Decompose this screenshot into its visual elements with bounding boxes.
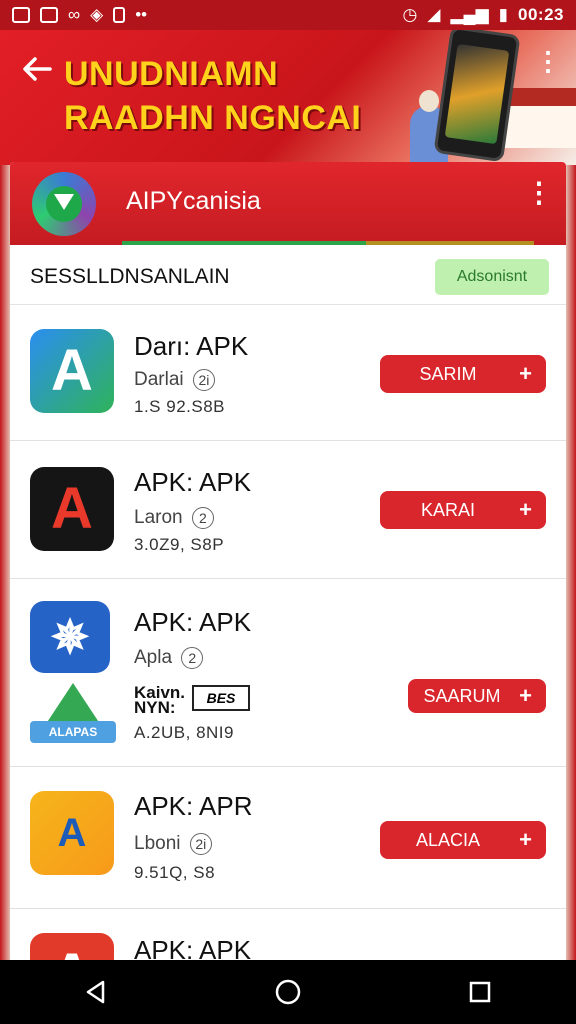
list-item[interactable]: A APK: APK Laron 2 3.0Z9, S8P KARAI + bbox=[10, 441, 566, 579]
section-header: SESSLLDNSANLAIN Adsonisnt bbox=[10, 245, 566, 305]
app-publisher: Apla 2 bbox=[134, 647, 204, 669]
status-right-icons: ◷ ◢ ▂▄▆ ▮ 00:23 bbox=[403, 5, 564, 25]
back-arrow-icon[interactable] bbox=[20, 52, 60, 92]
app-icon: ✵ bbox=[30, 601, 110, 673]
app-name: Darı: APK bbox=[134, 331, 249, 361]
section-action-button[interactable]: Adsonisnt bbox=[435, 259, 549, 295]
secondary-app-icon: ALAPAS bbox=[30, 683, 116, 747]
nav-recents-button[interactable] bbox=[460, 972, 500, 1012]
app-list-card: AIPYcanisia ⋮ SESSLLDNSANLAIN Adsonisnt … bbox=[10, 162, 566, 962]
status-left-icons: ∞ ◈ •• bbox=[12, 5, 147, 25]
app-icon: A bbox=[30, 791, 114, 875]
list-item[interactable]: A APK: APK bbox=[10, 909, 566, 962]
letter-a-icon: A bbox=[51, 338, 93, 403]
install-label: ALACIA bbox=[415, 830, 481, 850]
notification-icon bbox=[12, 7, 30, 23]
app-icon: A bbox=[30, 933, 114, 962]
card-header: AIPYcanisia ⋮ bbox=[10, 162, 566, 245]
install-button[interactable]: ALACIA + bbox=[380, 821, 546, 859]
home-circle-icon bbox=[275, 979, 301, 1005]
app-publisher: Lboni 2i bbox=[134, 833, 212, 855]
install-label: SAARUM bbox=[423, 686, 501, 706]
list-item[interactable]: A APK: APR Lboni 2i 9.51Q, S8 ALACIA + bbox=[10, 767, 566, 909]
rating-badge: 2 bbox=[191, 507, 214, 529]
letter-a-icon: A bbox=[57, 811, 87, 855]
letter-a-icon: A bbox=[30, 933, 114, 962]
list-item[interactable]: A Darı: APK Darlai 2i 1.S 92.S8B SARIM + bbox=[10, 305, 566, 441]
promo-banner: UNUDNIAMN RAADHN NGNCAI ⋮ bbox=[0, 30, 576, 165]
app-size: 1.S 92.S8B bbox=[134, 397, 226, 416]
rating-badge: 2i bbox=[192, 369, 215, 391]
publisher-text: Laron bbox=[134, 507, 183, 529]
app-name: APK: APR bbox=[134, 791, 253, 821]
system-nav-bar bbox=[0, 960, 576, 1024]
list-item[interactable]: ✵ ALAPAS APK: APK Apla 2 Kaivn. NYN: BES… bbox=[10, 579, 566, 767]
plus-icon: + bbox=[519, 361, 532, 386]
install-button[interactable]: SARIM + bbox=[380, 355, 546, 393]
recents-square-icon bbox=[469, 981, 491, 1003]
app-icon: A bbox=[30, 329, 114, 413]
status-bar: ∞ ◈ •• ◷ ◢ ▂▄▆ ▮ 00:23 bbox=[0, 0, 576, 30]
extra-badge: BES bbox=[192, 685, 250, 711]
secondary-icon-label: ALAPAS bbox=[30, 721, 116, 743]
back-triangle-icon bbox=[86, 980, 105, 1004]
rating-badge: 2 bbox=[181, 647, 204, 669]
bluetooth-icon: ◈ bbox=[90, 5, 104, 24]
banner-title-line2: RAADHN NGNCAI bbox=[64, 99, 362, 137]
link-icon: ∞ bbox=[68, 5, 81, 24]
plus-icon: + bbox=[519, 683, 532, 708]
extra-info: Kaivn. NYN: bbox=[134, 684, 185, 717]
install-button[interactable]: SAARUM + bbox=[408, 679, 546, 713]
app-name: APK: APK bbox=[134, 467, 252, 497]
status-time: 00:23 bbox=[518, 5, 564, 24]
install-button[interactable]: KARAI + bbox=[380, 491, 546, 529]
nav-back-button[interactable] bbox=[76, 972, 116, 1012]
rating-badge: 2i bbox=[189, 833, 212, 855]
app-size: 3.0Z9, S8P bbox=[134, 535, 225, 554]
plus-icon: + bbox=[519, 827, 532, 852]
arrow-left-icon bbox=[23, 57, 52, 81]
signal-icon: ▂▄▆ bbox=[450, 5, 489, 24]
publisher-text: Darlai bbox=[134, 369, 184, 391]
alarm-icon: ◷ bbox=[402, 5, 418, 24]
section-label: SESSLLDNSANLAIN bbox=[30, 265, 230, 288]
app-icon: A bbox=[30, 467, 114, 551]
install-label: SARIM bbox=[419, 364, 477, 384]
star-compass-icon: ✵ bbox=[50, 611, 90, 663]
plus-icon: + bbox=[519, 497, 532, 522]
banner-title: UNUDNIAMN RAADHN NGNCAI bbox=[64, 52, 364, 140]
publisher-text: Apla bbox=[134, 647, 173, 669]
banner-title-line1: UNUDNIAMN bbox=[64, 55, 279, 93]
wifi-icon: ◢ bbox=[427, 5, 441, 24]
extra-line-2: NYN: bbox=[134, 698, 176, 717]
more-vertical-icon[interactable]: ⋮ bbox=[535, 48, 561, 74]
install-label: KARAI bbox=[420, 500, 476, 520]
card-more-icon[interactable]: ⋮ bbox=[525, 179, 553, 207]
publisher-text: Lboni bbox=[134, 833, 181, 855]
app-publisher: Laron 2 bbox=[134, 507, 214, 529]
app-logo-icon bbox=[32, 172, 96, 236]
sim-icon bbox=[113, 7, 126, 23]
nav-home-button[interactable] bbox=[268, 972, 308, 1012]
app-size: 9.51Q, S8 bbox=[134, 863, 216, 882]
card-title: AIPYcanisia bbox=[126, 187, 261, 215]
app-size: A.2UB, 8NI9 bbox=[134, 723, 234, 742]
letter-a-icon: A bbox=[51, 476, 93, 541]
app-publisher: Darlai 2i bbox=[134, 369, 215, 391]
more-notifications-icon: •• bbox=[135, 5, 148, 24]
app-name: APK: APK bbox=[134, 935, 252, 962]
app-name: APK: APK bbox=[134, 607, 252, 637]
battery-icon: ▮ bbox=[498, 5, 509, 24]
image-icon bbox=[40, 7, 58, 23]
